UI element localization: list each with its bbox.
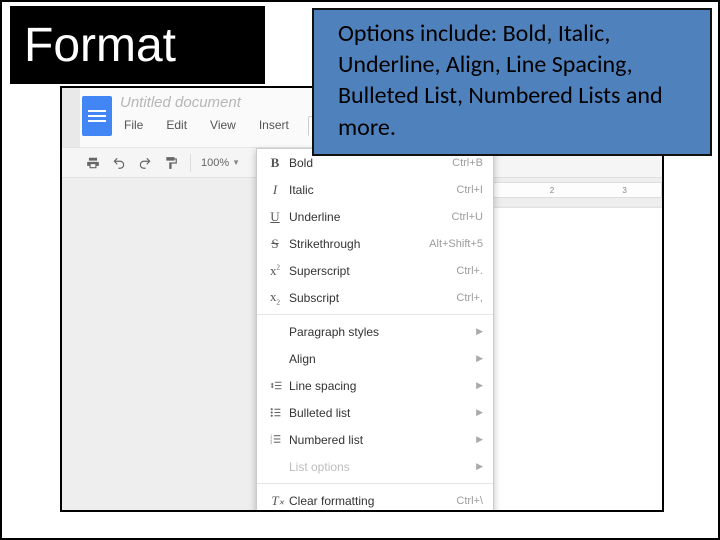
format-dropdown: B Bold Ctrl+B I Italic Ctrl+I U Underlin… <box>256 148 494 512</box>
menu-item-shortcut: Ctrl+\ <box>456 495 483 507</box>
line-spacing-icon <box>265 379 285 392</box>
menu-item-align[interactable]: Align ▶ <box>257 345 493 372</box>
menu-item-shortcut: Ctrl+I <box>456 184 483 196</box>
menu-separator <box>257 483 493 484</box>
superscript-icon: x2 <box>265 263 285 279</box>
redo-icon[interactable] <box>136 154 154 172</box>
zoom-value: 100% <box>201 157 229 169</box>
menu-item-line-spacing[interactable]: Line spacing ▶ <box>257 372 493 399</box>
toolbar-separator <box>190 154 191 172</box>
strikethrough-icon: S <box>265 236 285 252</box>
bold-icon: B <box>265 155 285 171</box>
menu-item-shortcut: Alt+Shift+5 <box>429 238 483 250</box>
ruler-tick: 3 <box>622 186 626 195</box>
submenu-arrow-icon: ▶ <box>470 461 483 472</box>
menu-item-superscript[interactable]: x2 Superscript Ctrl+. <box>257 257 493 284</box>
submenu-arrow-icon: ▶ <box>470 434 483 445</box>
svg-text:3: 3 <box>270 441 272 445</box>
menu-insert[interactable]: Insert <box>255 116 293 136</box>
slide-title: Format <box>10 6 265 84</box>
menu-item-label: Paragraph styles <box>285 325 470 339</box>
bulleted-list-icon <box>265 406 285 419</box>
menu-item-label: Underline <box>285 210 452 224</box>
callout-text: Options include: Bold, Italic, Underline… <box>338 18 694 143</box>
submenu-arrow-icon: ▶ <box>470 407 483 418</box>
menu-item-label: Clear formatting <box>285 494 456 508</box>
menu-item-italic[interactable]: I Italic Ctrl+I <box>257 176 493 203</box>
submenu-arrow-icon: ▶ <box>470 380 483 391</box>
menu-item-subscript[interactable]: x2 Subscript Ctrl+, <box>257 284 493 311</box>
callout-box: Options include: Bold, Italic, Underline… <box>312 8 712 156</box>
submenu-arrow-icon: ▶ <box>470 326 483 337</box>
menu-item-label: Bulleted list <box>285 406 470 420</box>
menu-item-label: List options <box>285 460 470 474</box>
menu-edit[interactable]: Edit <box>162 116 191 136</box>
docs-left-gutter <box>62 88 80 147</box>
ruler-tick: 2 <box>550 186 554 195</box>
numbered-list-icon: 123 <box>265 433 285 446</box>
menu-item-list-options: List options ▶ <box>257 453 493 480</box>
menu-item-label: Numbered list <box>285 433 470 447</box>
menu-item-shortcut: Ctrl+. <box>456 265 483 277</box>
menu-item-strikethrough[interactable]: S Strikethrough Alt+Shift+5 <box>257 230 493 257</box>
menu-item-shortcut: Ctrl+U <box>452 211 483 223</box>
clear-formatting-icon: T✕ <box>265 493 285 509</box>
menu-item-label: Superscript <box>285 264 456 278</box>
menu-separator <box>257 314 493 315</box>
menu-item-label: Line spacing <box>285 379 470 393</box>
menu-item-numbered-list[interactable]: 123 Numbered list ▶ <box>257 426 493 453</box>
subscript-icon: x2 <box>265 289 285 307</box>
menu-item-label: Align <box>285 352 470 366</box>
italic-icon: I <box>265 182 285 198</box>
print-icon[interactable] <box>84 154 102 172</box>
menu-item-bulleted-list[interactable]: Bulleted list ▶ <box>257 399 493 426</box>
menu-file[interactable]: File <box>120 116 147 136</box>
menu-view[interactable]: View <box>206 116 240 136</box>
zoom-select[interactable]: 100% ▼ <box>201 157 240 169</box>
submenu-arrow-icon: ▶ <box>470 353 483 364</box>
menu-item-paragraph-styles[interactable]: Paragraph styles ▶ <box>257 318 493 345</box>
menu-item-clear-formatting[interactable]: T✕ Clear formatting Ctrl+\ <box>257 487 493 512</box>
menu-item-underline[interactable]: U Underline Ctrl+U <box>257 203 493 230</box>
chevron-down-icon: ▼ <box>232 158 240 167</box>
menu-item-shortcut: Ctrl+B <box>452 157 483 169</box>
menu-item-label: Subscript <box>285 291 456 305</box>
paint-format-icon[interactable] <box>162 154 180 172</box>
undo-icon[interactable] <box>110 154 128 172</box>
slide-title-text: Format <box>24 18 176 73</box>
menu-item-shortcut: Ctrl+, <box>456 292 483 304</box>
menu-item-label: Italic <box>285 183 456 197</box>
underline-icon: U <box>265 209 285 225</box>
menu-item-label: Strikethrough <box>285 237 429 251</box>
docs-logo-icon <box>82 96 112 136</box>
menu-item-label: Bold <box>285 156 452 170</box>
